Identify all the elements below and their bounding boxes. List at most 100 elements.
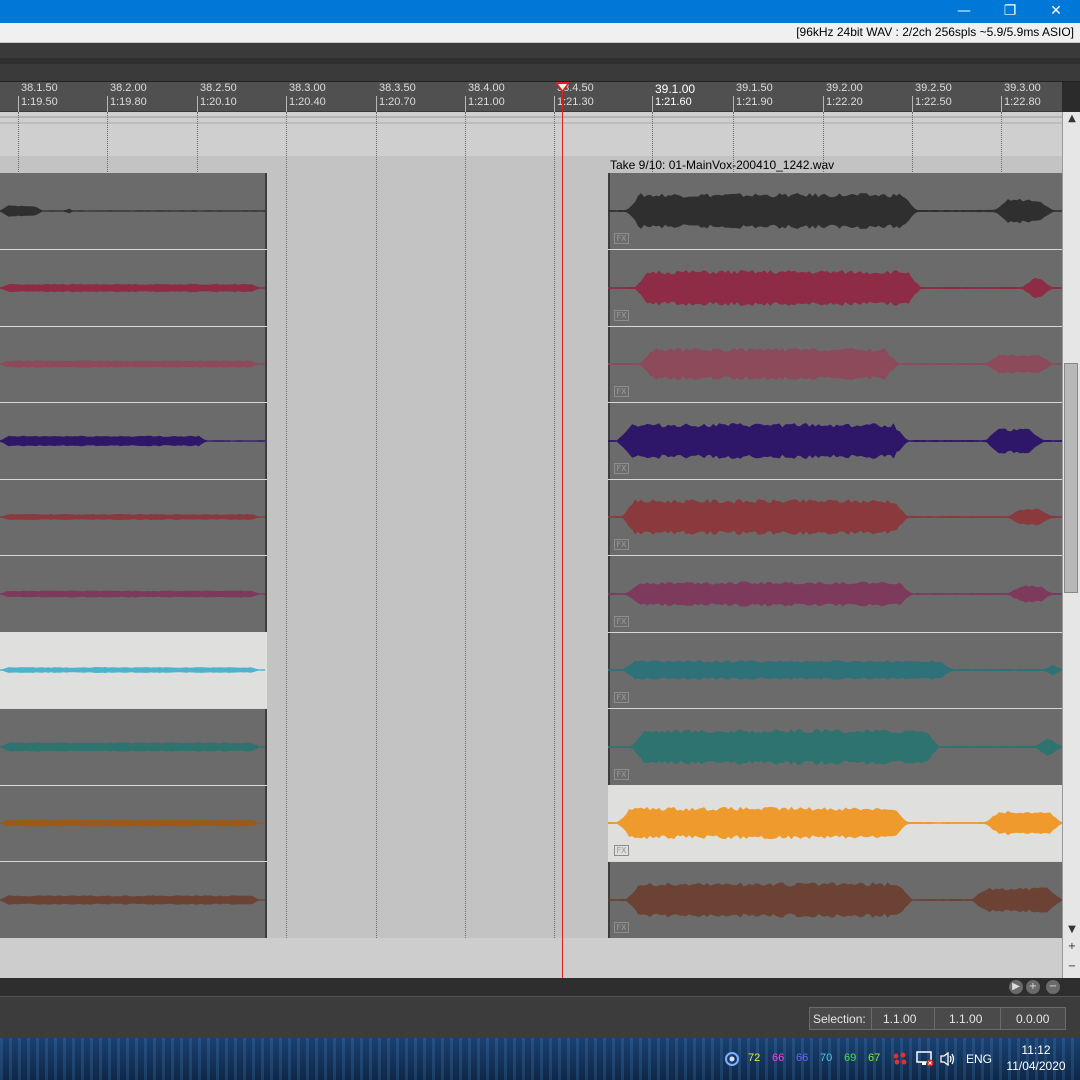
waveform	[0, 435, 265, 447]
take-lane[interactable]	[0, 785, 267, 862]
take-lane[interactable]: FX	[608, 479, 1062, 556]
daw-window: — ❐ ✕ [96kHz 24bit WAV : 2/2ch 256spls ~…	[0, 0, 1080, 1080]
fx-button[interactable]: FX	[614, 769, 629, 780]
clip-title: Take 9/10: 01-MainVox-200410_1242.wav	[610, 158, 835, 172]
fx-button[interactable]: FX	[614, 310, 629, 321]
ruler-time-label: 1:22.20	[826, 96, 863, 108]
tray-monitor-value[interactable]: 66	[772, 1052, 784, 1064]
horizontal-zoom-in-button[interactable]: +	[1026, 980, 1040, 994]
fx-button[interactable]: FX	[614, 539, 629, 550]
take-lane[interactable]: FX	[608, 173, 1062, 250]
audio-status-bar: [96kHz 24bit WAV : 2/2ch 256spls ~5.9/5.…	[0, 23, 1080, 43]
ruler-time-label: 1:19.80	[110, 96, 147, 108]
waveform	[608, 499, 1062, 535]
ruler-time-label: 1:20.70	[379, 96, 416, 108]
audio-clip-take-9[interactable]: FX FX FX FX FX FX FX FX FX FX	[608, 173, 1062, 938]
waveform	[608, 348, 1062, 380]
ruler-tick: 38.3.50 1:20.70	[376, 82, 466, 112]
restore-button[interactable]: ❐	[987, 0, 1033, 23]
selected-take-lane[interactable]	[0, 632, 267, 709]
scroll-down-button[interactable]: ▼	[1065, 924, 1079, 937]
fx-button[interactable]: FX	[614, 386, 629, 397]
take-lane[interactable]: FX	[608, 709, 1062, 786]
waveform	[608, 270, 1062, 306]
waveform	[0, 205, 265, 217]
selection-end[interactable]: 1.1.00	[949, 1012, 982, 1026]
ruler-time-label: 1:21.00	[468, 96, 505, 108]
beat-gridline	[286, 112, 287, 978]
take-lane[interactable]: FX	[608, 403, 1062, 480]
clock-time[interactable]: 11:12	[1001, 1043, 1071, 1057]
waveform	[0, 514, 265, 520]
fx-button[interactable]: FX	[614, 616, 629, 627]
ruler-time-label: 1:20.10	[200, 96, 237, 108]
ruler-beat-label: 38.3.00	[289, 82, 326, 94]
take-lane[interactable]: FX	[608, 862, 1062, 938]
horizontal-scrollbar[interactable]: ▶ + −	[0, 978, 1080, 996]
fx-button[interactable]: FX	[614, 692, 629, 703]
network-monitor-icon[interactable]	[724, 1051, 740, 1067]
take-lane[interactable]	[0, 250, 267, 327]
take-lane[interactable]	[0, 862, 267, 938]
timeline-ruler[interactable]: 38.1.50 1:19.50 38.2.00 1:19.80 38.2.50 1:20.…	[0, 82, 1062, 112]
waveform	[0, 895, 265, 905]
tray-monitor-value[interactable]: 72	[748, 1052, 760, 1064]
selected-take-lane[interactable]: FX	[608, 785, 1062, 862]
network-disconnected-icon[interactable]	[916, 1051, 934, 1067]
volume-icon[interactable]	[939, 1051, 957, 1067]
selection-display: Selection: 1.1.00 1.1.00 0.0.00	[809, 1007, 1066, 1030]
fx-button[interactable]: FX	[614, 233, 629, 244]
audio-clip-left[interactable]	[0, 173, 267, 938]
fx-button[interactable]: FX	[614, 463, 629, 474]
fx-button[interactable]: FX	[614, 845, 629, 856]
take-lane[interactable]: FX	[608, 632, 1062, 709]
audio-device-info: [96kHz 24bit WAV : 2/2ch 256spls ~5.9/5.…	[796, 25, 1074, 39]
fx-button[interactable]: FX	[614, 922, 629, 933]
title-bar: — ❐ ✕	[0, 0, 1080, 23]
beat-gridline	[465, 112, 466, 978]
vertical-scroll-thumb[interactable]	[1064, 363, 1078, 593]
take-lane[interactable]	[0, 556, 267, 633]
selection-start[interactable]: 1.1.00	[883, 1012, 916, 1026]
ruler-tick: 39.1.00 1:21.60	[652, 82, 742, 112]
playhead[interactable]	[562, 82, 563, 978]
waveform	[0, 667, 265, 673]
ruler-time-label: 1:22.50	[915, 96, 952, 108]
scroll-right-button[interactable]: ▶	[1009, 980, 1023, 994]
tray-monitor-value[interactable]: 67	[868, 1052, 880, 1064]
empty-track-area	[0, 112, 1062, 156]
horizontal-zoom-out-button[interactable]: −	[1046, 980, 1060, 994]
clock-date[interactable]: 11/04/2020	[1001, 1059, 1071, 1073]
take-lane[interactable]	[0, 479, 267, 556]
take-lane[interactable]: FX	[608, 250, 1062, 327]
tray-monitor-value[interactable]: 66	[796, 1052, 808, 1064]
take-lane[interactable]	[0, 326, 267, 403]
vertical-zoom-in-button[interactable]: +	[1065, 941, 1079, 954]
ruler-tick: 39.1.50 1:21.90	[733, 82, 823, 112]
waveform	[608, 882, 1062, 918]
minimize-button[interactable]: —	[941, 0, 987, 23]
scroll-up-button[interactable]: ▲	[1065, 113, 1079, 126]
arrange-view[interactable]: FX FX FX FX FX FX FX FX FX FX Take 9/10: 01-MainV…	[0, 112, 1062, 978]
take-lane[interactable]: FX	[608, 556, 1062, 633]
ruler-beat-label: 38.2.50	[200, 82, 237, 94]
grid-app-icon[interactable]	[892, 1052, 908, 1066]
take-lane[interactable]	[0, 403, 267, 480]
tray-monitor-value[interactable]: 70	[820, 1052, 832, 1064]
ruler-tick: 39.3.00 1:22.80	[1001, 82, 1080, 112]
vertical-zoom-out-button[interactable]: −	[1065, 961, 1079, 974]
selection-length[interactable]: 0.0.00	[1016, 1012, 1049, 1026]
input-language[interactable]: ENG	[966, 1052, 992, 1066]
playhead-marker-icon[interactable]	[555, 82, 570, 94]
ruler-beat-label: 39.1.50	[736, 82, 773, 94]
tray-monitor-value[interactable]: 69	[844, 1052, 856, 1064]
close-button[interactable]: ✕	[1033, 0, 1079, 23]
take-lane[interactable]	[0, 709, 267, 786]
system-tray: 72 66 66 70 69 67 ENG 11:12 11/04/2020	[720, 1038, 1080, 1080]
take-lane[interactable]	[0, 173, 267, 250]
take-lane[interactable]: FX	[608, 326, 1062, 403]
ruler-tick: 39.2.00 1:22.20	[823, 82, 913, 112]
beat-gridline	[376, 112, 377, 978]
ruler-tick: 39.2.50 1:22.50	[912, 82, 1002, 112]
ruler-beat-label: 38.3.50	[379, 82, 416, 94]
